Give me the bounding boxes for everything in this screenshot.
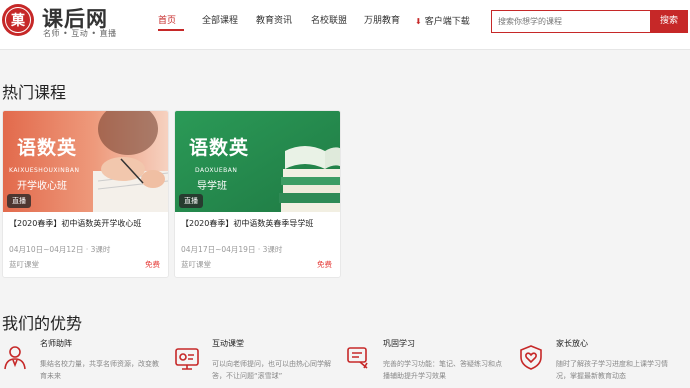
cover-title: 语数英	[189, 137, 250, 159]
logo-seal-icon[interactable]: 菓	[2, 4, 34, 36]
advantage-item: 巩固学习 完善的学习功能：笔记、答疑练习和点播辅助提升学习效果	[345, 338, 515, 388]
parent-heart-icon	[518, 344, 544, 370]
logo-slogan: 名师 • 互动 • 直播	[43, 29, 117, 38]
course-date: 04月10日~04月12日 · 3课时	[9, 245, 111, 254]
course-cover-image[interactable]: 语数英 KAIXUESHOUXINBAN 开学收心班 直播	[3, 111, 168, 212]
nav-school-alliance[interactable]: 名校联盟	[311, 0, 357, 50]
advantage-item: 名师助阵 集结名校力量，共享名师资源，改变教育未来	[2, 338, 172, 388]
course-title[interactable]: 【2020春季】初中语数英春季导学班	[181, 218, 313, 229]
course-cover-image[interactable]: 语数英 DAOXUEBAN 导学班 直播	[175, 111, 340, 212]
course-title[interactable]: 【2020春季】初中语数英开学收心班	[9, 218, 141, 229]
main-nav: 首页 全部课程 教育资讯 名校联盟 万朋教育 ⬇ 客户端下载	[150, 0, 475, 50]
logo-seal-text: 菓	[11, 13, 25, 29]
advantage-desc: 完善的学习功能：笔记、答疑练习和点播辅助提升学习效果	[383, 360, 502, 380]
cover-pinyin: DAOXUEBAN	[195, 167, 238, 174]
advantage-title: 名师助阵	[40, 339, 72, 348]
nav-wanpeng-edu[interactable]: 万朋教育	[364, 0, 410, 50]
nav-home[interactable]: 首页	[158, 0, 184, 50]
course-price: 免费	[145, 260, 160, 269]
download-icon: ⬇	[415, 17, 422, 26]
course-price: 免费	[317, 260, 332, 269]
advantage-title: 家长放心	[556, 339, 588, 348]
course-card[interactable]: 语数英 KAIXUESHOUXINBAN 开学收心班 直播 【2020春季】初中…	[2, 110, 169, 278]
search-button[interactable]: 搜索	[650, 10, 688, 33]
advantage-title: 互动课堂	[212, 339, 244, 348]
hot-courses-title: 热门课程	[2, 83, 67, 102]
advantage-title: 巩固学习	[383, 339, 415, 348]
nav-all-courses[interactable]: 全部课程	[202, 0, 248, 50]
teacher-icon	[2, 344, 28, 370]
cover-pinyin: KAIXUESHOUXINBAN	[9, 167, 80, 174]
live-badge: 直播	[179, 194, 203, 208]
search-input[interactable]	[491, 10, 651, 33]
cover-subtitle: 开学收心班	[17, 181, 67, 192]
practice-icon	[345, 344, 371, 370]
advantage-desc: 随时了解孩子学习进度和上课学习情况，掌握最新教育动态	[556, 360, 668, 380]
course-org: 蓝叮课堂	[9, 260, 39, 269]
cover-title: 语数英	[17, 137, 78, 159]
course-org: 蓝叮课堂	[181, 260, 211, 269]
advantages-title: 我们的优势	[2, 314, 83, 333]
course-card[interactable]: 语数英 DAOXUEBAN 导学班 直播 【2020春季】初中语数英春季导学班 …	[174, 110, 341, 278]
advantage-item: 互动课堂 可以向老师提问，也可以由热心同学解答，不让问题“滚雪球”	[174, 338, 344, 388]
interactive-class-icon	[174, 344, 200, 370]
cover-subtitle: 导学班	[197, 181, 227, 192]
advantage-item: 家长放心 随时了解孩子学习进度和上课学习情况，掌握最新教育动态	[518, 338, 688, 388]
course-date: 04月17日~04月19日 · 3课时	[181, 245, 283, 254]
nav-client-download[interactable]: ⬇ 客户端下载	[415, 0, 475, 50]
advantage-desc: 可以向老师提问，也可以由热心同学解答，不让问题“滚雪球”	[212, 360, 331, 380]
nav-edu-news[interactable]: 教育资讯	[256, 0, 302, 50]
advantage-desc: 集结名校力量，共享名师资源，改变教育未来	[40, 360, 159, 380]
top-header: 菓 课后网 名师 • 互动 • 直播 首页 全部课程 教育资讯 名校联盟 万朋教…	[0, 0, 690, 50]
live-badge: 直播	[7, 194, 31, 208]
